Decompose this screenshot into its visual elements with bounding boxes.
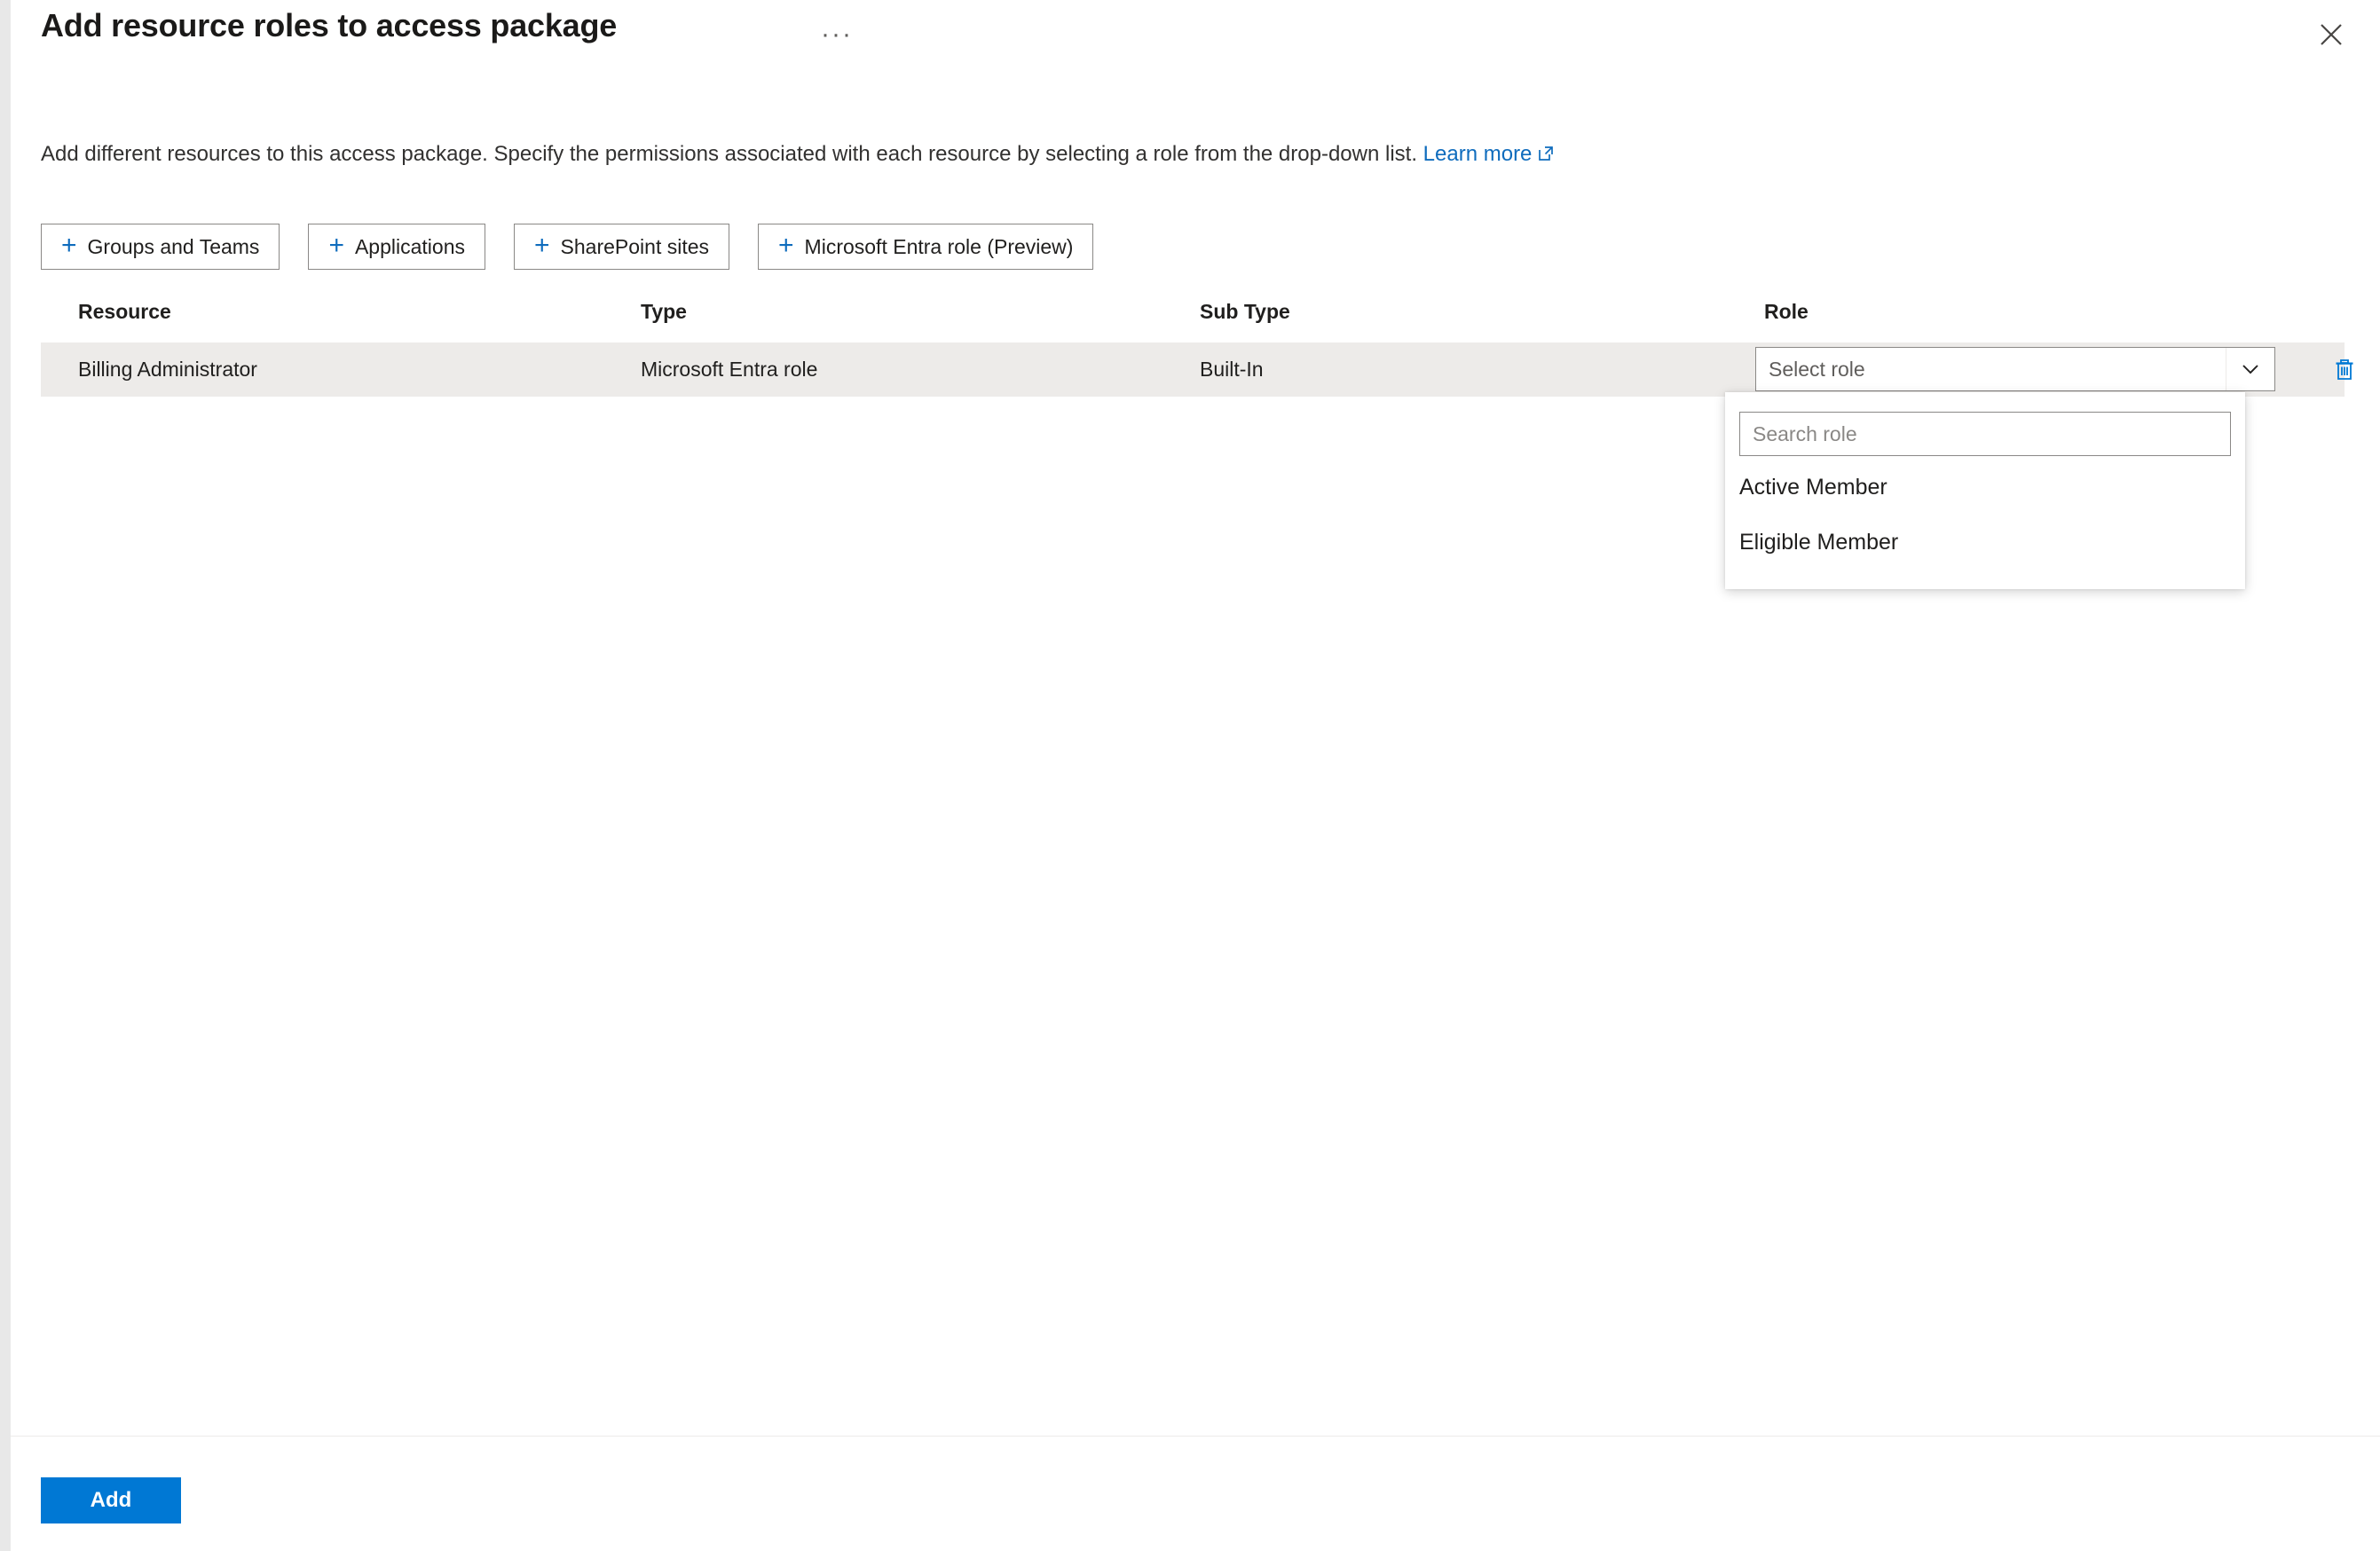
role-dropdown-panel: Active Member Eligible Member <box>1725 392 2245 589</box>
table-header-row: Resource Type Sub Type Role <box>41 291 2345 343</box>
resource-type-command-bar: + Groups and Teams + Applications + Shar… <box>41 224 1094 270</box>
plus-icon: + <box>778 231 794 260</box>
role-select-combobox[interactable]: Select role <box>1755 347 2275 391</box>
add-applications-button[interactable]: + Applications <box>308 224 485 270</box>
role-option-active-member[interactable]: Active Member <box>1725 460 2245 515</box>
learn-more-label: Learn more <box>1422 142 1533 166</box>
plus-icon: + <box>61 231 77 260</box>
cell-sub-type: Built-In <box>1200 358 1264 381</box>
add-resource-roles-blade: Add resource roles to access package ···… <box>11 0 2380 1551</box>
command-label: Groups and Teams <box>87 234 260 258</box>
role-search-input[interactable] <box>1739 412 2231 456</box>
blade-header: Add resource roles to access package ··· <box>11 0 2380 85</box>
plus-icon: + <box>328 231 344 260</box>
page-title: Add resource roles to access package <box>41 7 618 43</box>
more-options-button[interactable]: ··· <box>814 16 860 53</box>
external-link-icon <box>1537 142 1555 170</box>
footer-divider <box>11 1436 2380 1437</box>
command-label: SharePoint sites <box>560 234 710 258</box>
column-header-resource: Resource <box>78 300 171 323</box>
role-select-value: Select role <box>1769 357 1865 381</box>
column-header-sub-type: Sub Type <box>1200 300 1290 323</box>
delete-row-button[interactable] <box>2327 354 2362 390</box>
role-search-container <box>1725 392 2245 460</box>
close-button[interactable] <box>2307 11 2355 59</box>
add-microsoft-entra-role-button[interactable]: + Microsoft Entra role (Preview) <box>758 224 1094 270</box>
description-text: Add different resources to this access p… <box>41 142 1417 166</box>
table-row: Billing Administrator Microsoft Entra ro… <box>41 343 2353 397</box>
column-header-role: Role <box>1764 300 1809 323</box>
add-button[interactable]: Add <box>41 1477 181 1523</box>
resource-roles-table: Resource Type Sub Type Role Billing Admi… <box>41 291 2353 397</box>
cell-type: Microsoft Entra role <box>641 358 818 381</box>
cell-resource: Billing Administrator <box>78 358 257 381</box>
command-label: Applications <box>354 234 465 258</box>
role-select-container: Select role <box>1755 347 2275 391</box>
plus-icon: + <box>534 231 550 260</box>
add-sharepoint-sites-button[interactable]: + SharePoint sites <box>514 224 730 270</box>
trash-icon <box>2331 357 2358 388</box>
chevron-down-icon[interactable] <box>2226 348 2274 390</box>
learn-more-link[interactable]: Learn more <box>1423 142 1556 166</box>
blade-edge-strip <box>0 0 11 1551</box>
close-icon <box>2320 23 2343 46</box>
blade-description: Add different resources to this access p… <box>41 140 1555 170</box>
command-label: Microsoft Entra role (Preview) <box>804 234 1074 258</box>
role-option-eligible-member[interactable]: Eligible Member <box>1725 515 2245 570</box>
add-groups-and-teams-button[interactable]: + Groups and Teams <box>41 224 280 270</box>
column-header-type: Type <box>641 300 687 323</box>
